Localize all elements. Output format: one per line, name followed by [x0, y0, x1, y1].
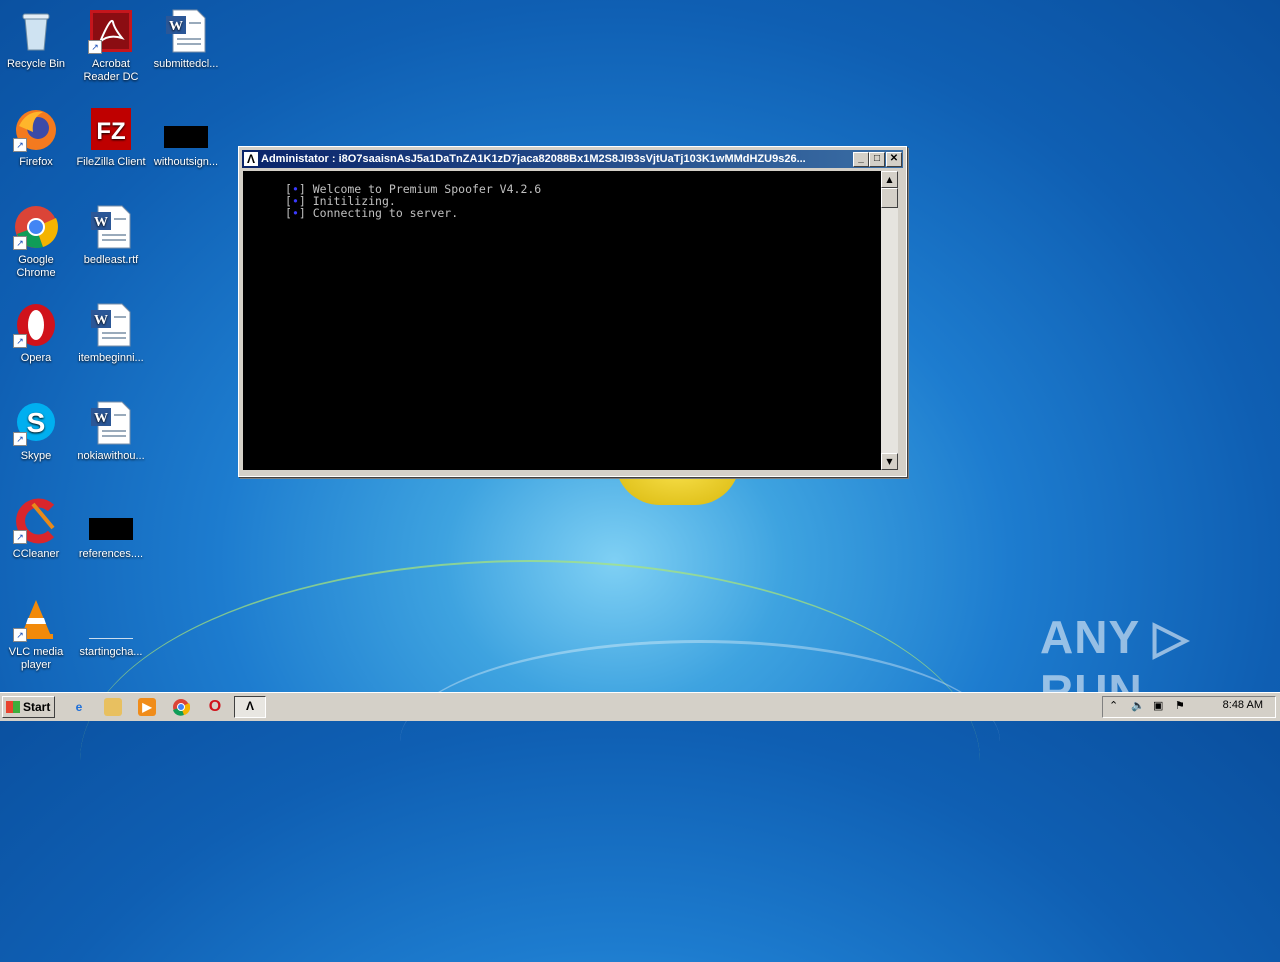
desktop-icon-withoutsign[interactable]: withoutsign... — [150, 106, 222, 169]
svg-text:FZ: FZ — [96, 118, 125, 145]
close-button[interactable]: ✕ — [886, 152, 902, 167]
desktop-icon-nokiawithou[interactable]: W nokiawithou... — [75, 400, 147, 463]
desktop-icon-label: references.... — [78, 548, 144, 560]
window-titlebar[interactable]: Λ Administator : i8O7saaisnAsJ5a1DaTnZA1K… — [242, 150, 903, 168]
desktop-icon-opera[interactable]: ↗ Opera — [0, 302, 72, 365]
svg-text:W: W — [94, 411, 108, 426]
shortcut-arrow-icon: ↗ — [13, 432, 27, 446]
shortcut-arrow-icon: ↗ — [88, 40, 102, 54]
desktop-icon-startingcha[interactable]: startingcha... — [75, 596, 147, 659]
scroll-down-arrow-icon[interactable]: ▼ — [881, 453, 898, 470]
wallpaper-swoosh — [400, 640, 1000, 843]
shortcut-arrow-icon: ↗ — [13, 334, 27, 348]
windows-logo-icon — [6, 701, 20, 713]
shortcut-arrow-icon: ↗ — [13, 530, 27, 544]
svg-text:W: W — [169, 19, 183, 34]
desktop-icon-label: Google Chrome — [16, 254, 56, 279]
recycle-bin-icon — [13, 8, 59, 54]
console-line-text: Connecting to server. — [312, 206, 459, 220]
svg-text:W: W — [94, 313, 108, 328]
word-document-icon: W — [88, 204, 134, 250]
console-output[interactable]: [•] Welcome to Premium Spoofer V4.2.6 [•… — [243, 171, 881, 470]
wallpaper-swoosh — [80, 560, 980, 962]
desktop-icon-references[interactable]: references.... — [75, 498, 147, 561]
desktop-icon-filezilla[interactable]: FZ FileZilla Client — [75, 106, 147, 169]
file-explorer-icon[interactable] — [104, 698, 122, 716]
bracket: ] — [298, 206, 306, 220]
minimize-button[interactable]: _ — [853, 152, 869, 167]
console-line: [•] Connecting to server. — [285, 207, 458, 219]
desktop-icon-label: Skype — [20, 450, 52, 462]
console-window[interactable]: Λ Administator : i8O7saaisnAsJ5a1DaTnZA1K… — [238, 146, 907, 477]
desktop-icon-label: Recycle Bin — [6, 58, 66, 70]
desktop-icon-label: startingcha... — [79, 646, 143, 658]
desktop-icon-label: itembeginni... — [78, 352, 144, 364]
system-tray: ⌃ 🔈 ▣ ⚑ 8:48 AM — [1102, 696, 1276, 718]
desktop-icon-label: VLC media player — [8, 646, 64, 671]
internet-explorer-icon[interactable]: e — [70, 698, 88, 716]
word-document-icon: W — [88, 400, 134, 446]
clock[interactable]: 8:48 AM — [1223, 699, 1263, 711]
redacted-file-icon — [88, 498, 134, 544]
console-app-taskbar-button[interactable]: Λ — [234, 696, 266, 718]
desktop-icon-bedleast[interactable]: W bedleast.rtf — [75, 204, 147, 267]
maximize-button[interactable]: □ — [869, 152, 885, 167]
vlc-icon: ↗ — [13, 596, 59, 642]
firefox-icon: ↗ — [13, 106, 59, 152]
volume-icon[interactable]: 🔈 — [1131, 699, 1145, 712]
opera-icon: ↗ — [13, 302, 59, 348]
network-icon[interactable]: ▣ — [1153, 699, 1163, 712]
acrobat-icon: ↗ — [88, 8, 134, 54]
desktop-icon-recycle-bin[interactable]: Recycle Bin — [0, 8, 72, 71]
desktop-icon-label: nokiawithou... — [77, 450, 145, 462]
desktop-icon-ccleaner[interactable]: ↗ CCleaner — [0, 498, 72, 561]
desktop-icon-submittedcl[interactable]: W submittedcl... — [150, 8, 222, 71]
action-center-flag-icon[interactable]: ⚑ — [1175, 699, 1185, 712]
taskbar: Start e ▶ O Λ ⌃ 🔈 ▣ ⚑ 8:48 AM — [0, 692, 1280, 721]
desktop-icon-label: submittedcl... — [153, 58, 219, 70]
blank-file-icon — [88, 596, 134, 642]
chrome-icon: ↗ — [13, 204, 59, 250]
desktop-icon-label: withoutsign... — [153, 156, 219, 168]
ccleaner-icon: ↗ — [13, 498, 59, 544]
desktop-icon-acrobat[interactable]: ↗ Acrobat Reader DC — [75, 8, 147, 84]
desktop-icon-label: Firefox — [19, 156, 53, 168]
desktop-icon-firefox[interactable]: ↗ Firefox — [0, 106, 72, 169]
svg-text:W: W — [94, 215, 108, 230]
anyrun-watermark: ANY ▷ RUN — [1040, 611, 1190, 717]
media-player-icon[interactable]: ▶ — [138, 698, 156, 716]
window-title: Administator : i8O7saaisnAsJ5a1DaTnZA1K1… — [261, 153, 806, 165]
console-app-icon: Λ — [244, 152, 258, 166]
desktop-icon-itembeginni[interactable]: W itembeginni... — [75, 302, 147, 365]
tray-expand-icon[interactable]: ⌃ — [1109, 699, 1118, 712]
filezilla-icon: FZ — [88, 106, 134, 152]
chrome-icon[interactable] — [172, 698, 191, 716]
shortcut-arrow-icon: ↗ — [13, 628, 27, 642]
svg-text:S: S — [27, 407, 46, 438]
desktop-icon-skype[interactable]: S ↗ Skype — [0, 400, 72, 463]
scrollbar-thumb[interactable] — [881, 188, 898, 208]
desktop-icon-label: Acrobat Reader DC — [83, 58, 139, 83]
desktop-icon-label: bedleast.rtf — [83, 254, 139, 266]
word-document-icon: W — [163, 8, 209, 54]
opera-icon[interactable]: O — [206, 698, 224, 716]
skype-icon: S ↗ — [13, 400, 59, 446]
desktop-icon-vlc[interactable]: ↗ VLC media player — [0, 596, 72, 672]
start-label: Start — [23, 700, 51, 714]
desktop-icon-label: CCleaner — [12, 548, 60, 560]
vertical-scrollbar[interactable]: ▲ ▼ — [881, 171, 898, 470]
shortcut-arrow-icon: ↗ — [13, 236, 27, 250]
bracket: [ — [285, 206, 292, 220]
status-marker: • — [291, 206, 299, 220]
word-document-icon: W — [88, 302, 134, 348]
redacted-file-icon — [163, 106, 209, 152]
desktop-icon-google-chrome[interactable]: ↗ Google Chrome — [0, 204, 72, 280]
scroll-up-arrow-icon[interactable]: ▲ — [881, 171, 898, 188]
shortcut-arrow-icon: ↗ — [13, 138, 27, 152]
start-button[interactable]: Start — [2, 696, 55, 718]
desktop-icon-label: Opera — [20, 352, 52, 364]
desktop-icon-label: FileZilla Client — [76, 156, 146, 168]
